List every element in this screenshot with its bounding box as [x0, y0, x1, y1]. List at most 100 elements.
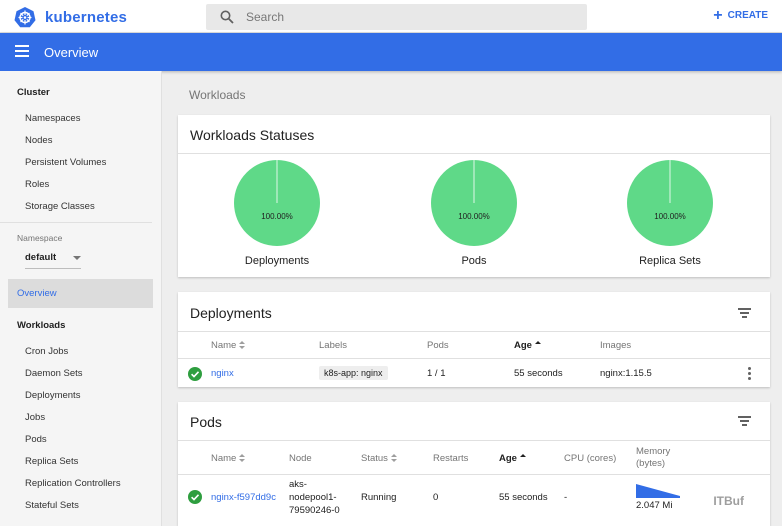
create-button[interactable]: + CREATE [713, 6, 768, 24]
sort-ascending-icon [519, 454, 527, 463]
filter-icon[interactable] [738, 416, 751, 426]
sidebar-heading-cluster: Cluster [17, 87, 50, 98]
sidebar-item-replication-controllers[interactable]: Replication Controllers [25, 478, 121, 489]
card-divider [178, 331, 770, 332]
sidebar-item-jobs[interactable]: Jobs [25, 412, 45, 423]
sidebar-item-cron-jobs[interactable]: Cron Jobs [25, 346, 68, 357]
sidebar-item-nodes[interactable]: Nodes [25, 135, 52, 146]
sidebar-item-deployments[interactable]: Deployments [25, 390, 80, 401]
pod-node: aks- nodepool1- 79590246-0 [289, 478, 340, 517]
column-header-pods: Pods [427, 340, 449, 351]
status-pie-chart: 100.00% [431, 160, 517, 246]
column-header-label: Restarts [433, 453, 469, 464]
search-input[interactable] [246, 4, 576, 30]
column-header-age[interactable]: Age [499, 453, 527, 464]
card-divider [178, 153, 770, 154]
pod-name-link[interactable]: nginx-f597dd9c [211, 492, 276, 503]
top-bar: kubernetes + CREATE [0, 0, 782, 33]
column-header-label: Age [499, 453, 517, 464]
sidebar-heading-workloads[interactable]: Workloads [17, 320, 65, 331]
column-header-label: Name [211, 453, 237, 464]
app-bar: Overview [0, 33, 782, 71]
search-box[interactable] [206, 4, 587, 30]
deployments-card: Deployments Name Labels Pods Age Images … [178, 292, 770, 387]
page-title: Overview [44, 45, 99, 60]
table-header-divider [178, 358, 770, 359]
pod-node-line: aks- [289, 479, 307, 490]
column-header-label: Age [514, 340, 532, 351]
sidebar-item-roles[interactable]: Roles [25, 179, 49, 190]
pie-percent-label: 100.00% [261, 212, 293, 221]
column-header-label: Node [289, 453, 312, 464]
column-header-node: Node [289, 453, 312, 464]
sort-icon [390, 454, 398, 463]
check-circle-icon [188, 367, 202, 381]
workloads-statuses-card: Workloads Statuses 100.00% Deployments 1… [178, 115, 770, 277]
column-header-label: Images [600, 340, 632, 351]
pod-node-line: 79590246-0 [289, 505, 340, 516]
sidebar-item-persistent-volumes[interactable]: Persistent Volumes [25, 157, 106, 168]
sort-icon [239, 341, 246, 350]
column-header-restarts: Restarts [433, 453, 468, 464]
watermark: ITBuf [713, 494, 744, 508]
create-label: CREATE [727, 10, 768, 21]
sidebar-item-stateful-sets[interactable]: Stateful Sets [25, 500, 79, 511]
sidebar-item-namespaces[interactable]: Namespaces [25, 113, 80, 124]
column-header-label: Status [361, 453, 388, 464]
memory-sparkline [636, 484, 680, 498]
pod-cpu: - [564, 492, 568, 503]
menu-icon[interactable] [15, 45, 29, 57]
pod-age: 55 seconds [499, 492, 548, 503]
check-circle-icon [188, 490, 202, 504]
namespace-select[interactable]: default [25, 252, 81, 269]
pie-label-deployments: Deployments [244, 255, 310, 267]
deployment-image: nginx:1.15.5 [600, 368, 652, 379]
column-header-label: Memory (bytes) [636, 446, 671, 469]
pie-percent-label: 100.00% [458, 212, 490, 221]
column-header-label: Labels [319, 340, 347, 351]
breadcrumb[interactable]: Workloads [189, 88, 245, 102]
pie-label-replica-sets: Replica Sets [639, 255, 701, 267]
card-title: Pods [190, 414, 222, 430]
column-header-labels: Labels [319, 340, 347, 351]
sidebar-item-replica-sets[interactable]: Replica Sets [25, 456, 78, 467]
column-header-memory: Memory (bytes) [636, 446, 696, 470]
sidebar-item-storage-classes[interactable]: Storage Classes [25, 201, 95, 212]
card-title: Deployments [190, 305, 272, 321]
label-chip: k8s-app: nginx [319, 366, 388, 380]
sidebar-item-label: Overview [17, 288, 57, 299]
status-pie-chart: 100.00% [627, 160, 713, 246]
card-divider [178, 440, 770, 441]
search-icon [220, 10, 234, 24]
filter-icon[interactable] [738, 308, 751, 318]
namespace-value: default [25, 252, 57, 263]
sidebar-item-overview[interactable]: Overview [8, 279, 153, 308]
sort-icon [239, 454, 246, 463]
pod-memory: 2.047 Mi [636, 500, 673, 511]
pod-node-line: nodepool1- [289, 492, 337, 503]
column-header-label: CPU (cores) [564, 453, 617, 464]
column-header-label: Pods [427, 340, 449, 351]
deployment-age: 55 seconds [514, 368, 563, 379]
column-header-status[interactable]: Status [361, 453, 398, 464]
column-header-cpu: CPU (cores) [564, 453, 616, 464]
sidebar-item-daemon-sets[interactable]: Daemon Sets [25, 368, 83, 379]
brand-name[interactable]: kubernetes [45, 9, 127, 26]
namespace-label: Namespace [17, 233, 63, 243]
pie-percent-label: 100.00% [654, 212, 686, 221]
chevron-down-icon [73, 256, 81, 260]
column-header-name[interactable]: Name [211, 453, 246, 464]
table-header-divider [178, 474, 770, 475]
sidebar-divider [0, 222, 152, 223]
plus-icon: + [713, 6, 723, 24]
column-header-name[interactable]: Name [211, 340, 246, 351]
sidebar-item-pods[interactable]: Pods [25, 434, 47, 445]
pie-label-pods: Pods [461, 255, 487, 267]
column-header-age[interactable]: Age [514, 340, 542, 351]
more-options-icon[interactable] [748, 367, 752, 381]
kubernetes-logo-icon[interactable] [14, 6, 36, 28]
status-pie-chart: 100.00% [234, 160, 320, 246]
deployment-name-link[interactable]: nginx [211, 368, 234, 379]
sort-ascending-icon [534, 341, 542, 350]
sidebar: Cluster Namespaces Nodes Persistent Volu… [0, 71, 162, 526]
